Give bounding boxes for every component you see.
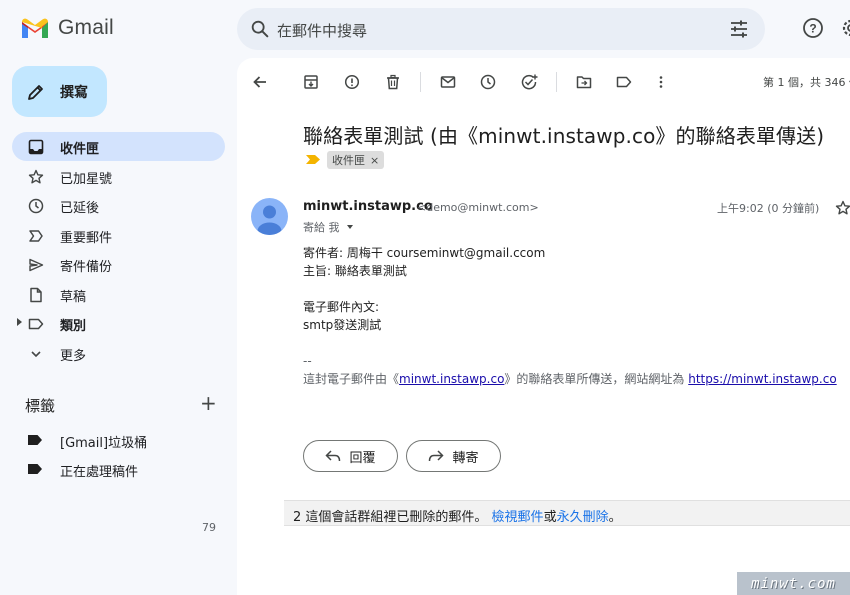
sidebar-item-label: 草稿 bbox=[60, 290, 87, 305]
sidebar-item-starred[interactable]: 已加星號 bbox=[12, 162, 225, 191]
sidebar-item-label: 已加星號 bbox=[60, 172, 113, 187]
chevron-down-icon[interactable] bbox=[346, 225, 353, 229]
inbox-label-chip: 收件匣 × bbox=[327, 151, 385, 169]
star-icon[interactable] bbox=[835, 200, 850, 216]
site-name-link[interactable]: minwt.instawp.co bbox=[399, 372, 504, 386]
forward-label: 轉寄 bbox=[452, 450, 479, 466]
labels-heading: 標籤 bbox=[25, 397, 56, 415]
signature-separator: -- bbox=[303, 354, 312, 368]
sidebar-item-label: 重要郵件 bbox=[60, 231, 113, 246]
toolbar-divider bbox=[420, 72, 421, 92]
signature-prefix: 這封電子郵件由《 bbox=[303, 372, 400, 386]
add-label-icon[interactable]: + bbox=[200, 393, 217, 413]
sidebar-item-snoozed[interactable]: 已延後 bbox=[12, 191, 225, 220]
important-icon bbox=[27, 227, 45, 245]
help-icon[interactable]: ? bbox=[802, 17, 824, 39]
message-view: 第 1 個，共 346 個 聯絡表單測試 (由《minwt.instawp.co… bbox=[237, 58, 850, 595]
label-item-label: 正在處理稿件 bbox=[60, 465, 139, 480]
reply-label: 回覆 bbox=[349, 450, 376, 466]
avatar[interactable] bbox=[251, 198, 288, 235]
site-url-link[interactable]: https://minwt.instawp.co bbox=[688, 372, 836, 386]
reply-button[interactable]: 回覆 bbox=[303, 440, 398, 472]
settings-icon[interactable] bbox=[840, 17, 850, 39]
label-icon[interactable] bbox=[613, 71, 635, 93]
sidebar-item-label: 更多 bbox=[60, 349, 87, 364]
body-line: smtp發送測試 bbox=[303, 318, 382, 332]
sidebar-item-sent[interactable]: 寄件備份 bbox=[12, 250, 225, 279]
storage-count: 79 bbox=[202, 521, 216, 534]
search-bar[interactable]: 在郵件中搜尋 bbox=[237, 8, 765, 50]
label-chip-text: 收件匣 bbox=[332, 154, 365, 167]
pencil-icon bbox=[28, 84, 43, 100]
forward-icon bbox=[429, 450, 445, 462]
remove-label-icon[interactable]: × bbox=[370, 154, 379, 167]
send-icon bbox=[27, 256, 45, 274]
delete-forever-link[interactable]: 永久刪除 bbox=[557, 510, 609, 525]
sender-name[interactable]: minwt.instawp.co bbox=[303, 199, 433, 214]
sidebar-item-categories[interactable]: 類別 bbox=[12, 309, 225, 338]
label-outline-icon bbox=[27, 315, 45, 333]
recipient-line[interactable]: 寄給 我 bbox=[303, 219, 353, 235]
back-icon[interactable] bbox=[249, 71, 271, 93]
body-line: 電子郵件內文: bbox=[303, 300, 380, 314]
search-icon[interactable] bbox=[249, 18, 271, 40]
compose-label: 撰寫 bbox=[60, 84, 88, 101]
pager-text: 第 1 個，共 346 個 bbox=[763, 76, 850, 89]
body-line: 寄件者: 周梅干 courseminwt@gmail.ccom bbox=[303, 246, 546, 260]
label-item-trash[interactable]: [Gmail]垃圾桶 bbox=[12, 427, 225, 453]
gmail-logo[interactable]: Gmail bbox=[20, 16, 114, 40]
move-to-icon[interactable] bbox=[573, 71, 595, 93]
archive-icon[interactable] bbox=[300, 71, 322, 93]
add-task-icon[interactable] bbox=[518, 71, 540, 93]
toolbar-divider bbox=[556, 72, 557, 92]
star-icon bbox=[27, 168, 45, 186]
view-messages-link[interactable]: 檢視郵件 bbox=[492, 510, 544, 525]
message-subject: 聯絡表單測試 (由《minwt.instawp.co》的聯絡表單傳送) bbox=[303, 124, 825, 148]
forward-button[interactable]: 轉寄 bbox=[406, 440, 501, 472]
expand-arrow-icon[interactable] bbox=[17, 318, 22, 326]
watermark: minwt.com bbox=[737, 572, 850, 595]
sidebar-item-inbox[interactable]: 收件匣 bbox=[12, 132, 225, 161]
importance-marker-icon[interactable] bbox=[306, 155, 320, 164]
compose-button[interactable]: 撰寫 bbox=[12, 66, 107, 117]
message-time: 上午9:02 (0 分鐘前) bbox=[717, 202, 820, 215]
label-item-label: [Gmail]垃圾桶 bbox=[60, 436, 148, 451]
more-vert-icon[interactable] bbox=[650, 71, 672, 93]
signature-middle: 》的聯絡表單所傳送，網站網址為 bbox=[504, 372, 689, 386]
label-item-processing[interactable]: 正在處理稿件 bbox=[12, 456, 225, 482]
delete-icon[interactable] bbox=[382, 71, 404, 93]
mark-unread-icon[interactable] bbox=[437, 71, 459, 93]
signature-line: 這封電子郵件由《minwt.instawp.co》的聯絡表單所傳送，網站網址為 … bbox=[303, 370, 837, 387]
deleted-notice-or: 或 bbox=[543, 510, 557, 525]
label-tag-icon bbox=[28, 464, 42, 474]
sidebar-item-drafts[interactable]: 草稿 bbox=[12, 280, 225, 309]
sidebar-item-label: 已延後 bbox=[60, 201, 100, 216]
sidebar-item-label: 收件匣 bbox=[60, 142, 100, 157]
chevron-down-icon bbox=[27, 345, 45, 363]
label-tag-icon bbox=[28, 435, 42, 445]
search-input[interactable]: 在郵件中搜尋 bbox=[277, 20, 367, 41]
sidebar-item-label: 寄件備份 bbox=[60, 260, 113, 275]
search-options-icon[interactable] bbox=[729, 19, 749, 39]
deleted-notice-suffix: 。 bbox=[608, 510, 622, 525]
sender-email: <demo@minwt.com> bbox=[417, 201, 539, 214]
clock-icon bbox=[27, 197, 45, 215]
inbox-icon bbox=[27, 138, 45, 156]
sidebar-item-label: 類別 bbox=[60, 319, 87, 334]
svg-text:?: ? bbox=[809, 22, 816, 36]
body-line: 主旨: 聯絡表單測試 bbox=[303, 264, 407, 278]
sidebar-item-important[interactable]: 重要郵件 bbox=[12, 221, 225, 250]
gmail-m-icon bbox=[22, 18, 48, 38]
sidebar-item-more[interactable]: 更多 bbox=[12, 339, 225, 368]
draft-icon bbox=[27, 286, 45, 304]
deleted-messages-notice: 2 這個會話群組裡已刪除的郵件。 檢視郵件或永久刪除。 bbox=[284, 500, 850, 526]
deleted-notice-text: 2 這個會話群組裡已刪除的郵件。 bbox=[293, 510, 492, 525]
reply-icon bbox=[325, 450, 341, 462]
recipient-text: 寄給 我 bbox=[303, 221, 340, 234]
snooze-icon[interactable] bbox=[477, 71, 499, 93]
report-spam-icon[interactable] bbox=[341, 71, 363, 93]
gmail-logo-text: Gmail bbox=[58, 16, 114, 39]
